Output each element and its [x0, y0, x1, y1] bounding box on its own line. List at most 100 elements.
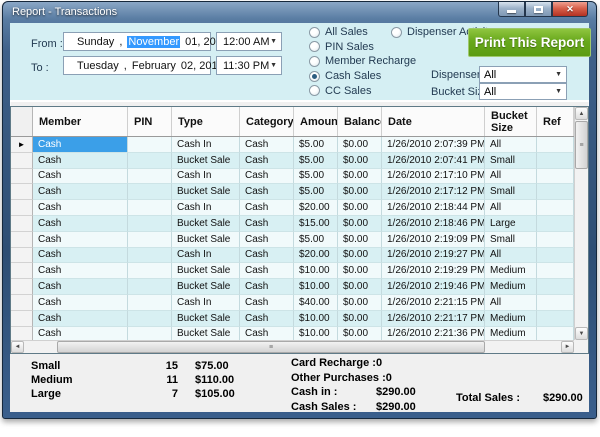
column-header-date[interactable]: Date — [382, 107, 485, 136]
row-selector[interactable] — [11, 184, 33, 200]
cell-type[interactable]: Bucket Sale — [172, 327, 240, 340]
cell-bucket[interactable]: All — [485, 137, 537, 153]
scroll-down-button[interactable]: ▼ — [575, 327, 588, 340]
cell-ref[interactable] — [537, 200, 574, 216]
cell-type[interactable]: Cash In — [172, 169, 240, 185]
titlebar[interactable]: Report - Transactions ✕ — [3, 2, 596, 23]
print-report-button[interactable]: Print This Report — [468, 28, 591, 57]
cell-balance[interactable]: $0.00 — [338, 263, 382, 279]
column-header-pin[interactable]: PIN — [128, 107, 172, 136]
cell-amount[interactable]: $10.00 — [294, 279, 338, 295]
cell-category[interactable]: Cash — [240, 169, 294, 185]
cell-bucket[interactable]: All — [485, 295, 537, 311]
cell-bucket[interactable]: Small — [485, 153, 537, 169]
cell-ref[interactable] — [537, 263, 574, 279]
cell-amount[interactable]: $10.00 — [294, 311, 338, 327]
current-row-marker[interactable]: ► — [11, 137, 33, 153]
cell-member[interactable]: Cash — [33, 232, 128, 248]
cell-bucket[interactable]: All — [485, 169, 537, 185]
cell-member[interactable]: Cash — [33, 200, 128, 216]
cell-balance[interactable]: $0.00 — [338, 279, 382, 295]
cell-date[interactable]: 1/26/2010 2:18:44 PM — [382, 200, 485, 216]
row-selector[interactable] — [11, 216, 33, 232]
cell-amount[interactable]: $5.00 — [294, 137, 338, 153]
cell-ref[interactable] — [537, 184, 574, 200]
cell-bucket[interactable]: All — [485, 200, 537, 216]
cell-type[interactable]: Bucket Sale — [172, 216, 240, 232]
to-date-picker[interactable]: Tuesday , February 02, 2010 ▼ — [63, 56, 211, 75]
cell-balance[interactable]: $0.00 — [338, 327, 382, 340]
row-selector[interactable] — [11, 232, 33, 248]
cell-category[interactable]: Cash — [240, 200, 294, 216]
bucket-size-select[interactable]: All ▼ — [479, 83, 567, 100]
cell-date[interactable]: 1/26/2010 2:21:17 PM — [382, 311, 485, 327]
close-button[interactable]: ✕ — [552, 2, 588, 17]
cell-type[interactable]: Bucket Sale — [172, 153, 240, 169]
cell-ref[interactable] — [537, 169, 574, 185]
cell-type[interactable]: Bucket Sale — [172, 279, 240, 295]
cell-member[interactable]: Cash — [33, 279, 128, 295]
cell-type[interactable]: Cash In — [172, 248, 240, 264]
maximize-button[interactable] — [525, 2, 552, 17]
cell-bucket[interactable]: Medium — [485, 263, 537, 279]
cell-pin[interactable] — [128, 232, 172, 248]
cell-member[interactable]: Cash — [33, 216, 128, 232]
cell-ref[interactable] — [537, 232, 574, 248]
radio-cc-sales[interactable]: CC Sales — [309, 83, 416, 98]
cell-pin[interactable] — [128, 248, 172, 264]
cell-date[interactable]: 1/26/2010 2:19:27 PM — [382, 248, 485, 264]
cell-date[interactable]: 1/26/2010 2:07:41 PM — [382, 153, 485, 169]
cell-ref[interactable] — [537, 279, 574, 295]
cell-amount[interactable]: $20.00 — [294, 200, 338, 216]
cell-balance[interactable]: $0.00 — [338, 311, 382, 327]
cell-ref[interactable] — [537, 153, 574, 169]
cell-member[interactable]: Cash — [33, 263, 128, 279]
cell-amount[interactable]: $5.00 — [294, 232, 338, 248]
cell-pin[interactable] — [128, 184, 172, 200]
cell-balance[interactable]: $0.00 — [338, 232, 382, 248]
column-header-balance[interactable]: Balance — [338, 107, 382, 136]
cell-pin[interactable] — [128, 216, 172, 232]
vertical-scrollbar[interactable]: ▲ ≡ ▼ — [574, 107, 588, 340]
from-time-select[interactable]: 12:00 AM ▼ — [216, 32, 282, 51]
cell-date[interactable]: 1/26/2010 2:18:46 PM — [382, 216, 485, 232]
scroll-right-button[interactable]: ► — [561, 341, 574, 353]
cell-bucket[interactable]: Medium — [485, 327, 537, 340]
cell-category[interactable]: Cash — [240, 184, 294, 200]
horizontal-scroll-thumb[interactable]: ≡ — [57, 341, 485, 353]
row-selector[interactable] — [11, 295, 33, 311]
cell-ref[interactable] — [537, 248, 574, 264]
cell-pin[interactable] — [128, 327, 172, 340]
cell-ref[interactable] — [537, 327, 574, 340]
cell-member[interactable]: Cash — [33, 248, 128, 264]
cell-type[interactable]: Bucket Sale — [172, 184, 240, 200]
cell-type[interactable]: Bucket Sale — [172, 263, 240, 279]
cell-category[interactable]: Cash — [240, 295, 294, 311]
cell-amount[interactable]: $5.00 — [294, 153, 338, 169]
cell-type[interactable]: Cash In — [172, 295, 240, 311]
cell-member[interactable]: Cash — [33, 327, 128, 340]
cell-category[interactable]: Cash — [240, 279, 294, 295]
scroll-up-button[interactable]: ▲ — [575, 107, 588, 120]
cell-pin[interactable] — [128, 169, 172, 185]
minimize-button[interactable] — [498, 2, 525, 17]
cell-pin[interactable] — [128, 200, 172, 216]
cell-pin[interactable] — [128, 295, 172, 311]
cell-balance[interactable]: $0.00 — [338, 216, 382, 232]
row-selector[interactable] — [11, 200, 33, 216]
cell-member[interactable]: Cash — [33, 169, 128, 185]
horizontal-scrollbar[interactable]: ◄ ≡ ► — [11, 340, 574, 353]
cell-ref[interactable] — [537, 216, 574, 232]
cell-ref[interactable] — [537, 311, 574, 327]
cell-bucket[interactable]: Large — [485, 216, 537, 232]
cell-ref[interactable] — [537, 137, 574, 153]
cell-category[interactable]: Cash — [240, 137, 294, 153]
radio-member-recharge[interactable]: Member Recharge — [309, 54, 416, 69]
from-date-picker[interactable]: Sunday , November 01, 2009 ▼ — [63, 32, 211, 51]
dispenser-number-select[interactable]: All ▼ — [479, 66, 567, 83]
cell-type[interactable]: Bucket Sale — [172, 311, 240, 327]
to-time-select[interactable]: 11:30 PM ▼ — [216, 56, 282, 75]
cell-balance[interactable]: $0.00 — [338, 184, 382, 200]
cell-pin[interactable] — [128, 279, 172, 295]
cell-ref[interactable] — [537, 295, 574, 311]
